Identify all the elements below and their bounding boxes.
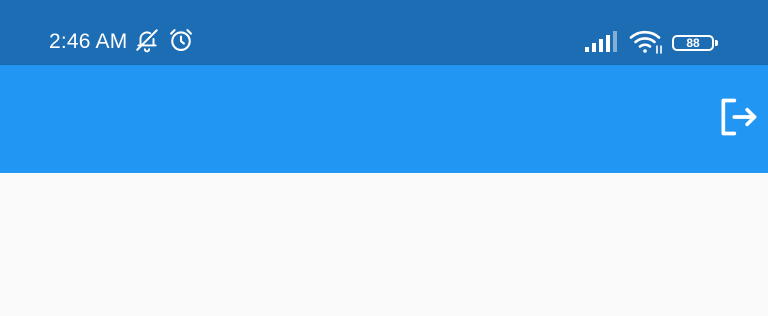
signal-icon [584, 29, 620, 58]
bell-off-icon [134, 27, 160, 58]
alarm-icon [167, 26, 195, 59]
status-bar-right: 88 [584, 27, 718, 60]
logout-button[interactable] [716, 97, 768, 141]
app-bar [0, 65, 768, 173]
battery-icon: 88 [672, 35, 718, 51]
logout-icon [716, 95, 760, 144]
main-content [0, 173, 768, 316]
status-bar-left: 2:46 AM [49, 27, 195, 57]
battery-level: 88 [686, 36, 700, 50]
wifi-icon [628, 27, 664, 60]
status-time: 2:46 AM [49, 30, 128, 53]
status-bar: 2:46 AM 88 [0, 0, 768, 65]
